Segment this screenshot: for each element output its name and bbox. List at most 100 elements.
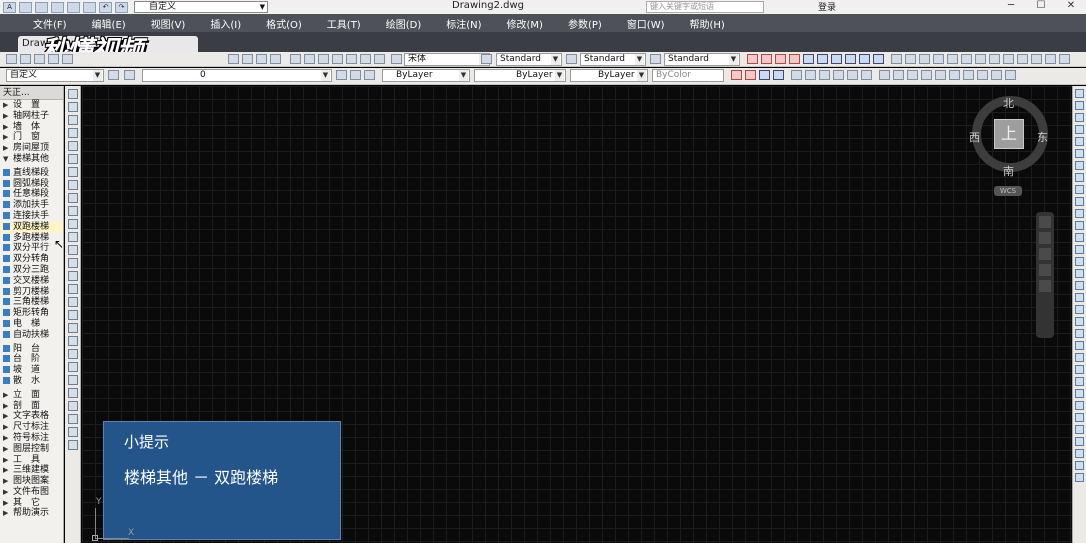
offset-icon[interactable]	[1075, 125, 1084, 134]
ellipse-arc-icon[interactable]	[68, 219, 78, 229]
gradient-icon[interactable]	[805, 70, 816, 80]
explode-icon[interactable]	[1075, 269, 1084, 278]
paste-icon[interactable]	[68, 401, 78, 411]
text-style-select[interactable]: Standard ▼	[496, 53, 562, 66]
scissors-icon[interactable]	[68, 375, 78, 385]
panel-item[interactable]: ▶ 房间屋顶	[0, 143, 63, 154]
panel-item[interactable]: ▼ 楼梯其他	[0, 154, 63, 165]
panel-item[interactable]: 坡 道	[0, 365, 63, 376]
dim-angular-icon[interactable]	[845, 54, 856, 64]
erase-icon[interactable]	[1075, 89, 1084, 98]
make-current-icon[interactable]	[336, 70, 347, 80]
panel-item[interactable]: 双跑楼梯	[0, 221, 63, 233]
zoom-realtime-icon[interactable]	[242, 54, 253, 64]
compass-south[interactable]: 南	[1003, 163, 1014, 179]
join-icon[interactable]	[1075, 233, 1084, 242]
menu-file[interactable]: 文件(F)	[20, 16, 79, 31]
isolate-icon[interactable]	[963, 70, 974, 80]
wcs-menu[interactable]: WCS	[994, 186, 1022, 196]
dim-break-icon[interactable]	[919, 54, 930, 64]
text-style-manager-icon[interactable]	[481, 54, 492, 64]
color-select[interactable]: ByLayer ▼	[382, 69, 470, 82]
rotate-icon[interactable]	[1059, 54, 1070, 64]
pan-icon[interactable]	[228, 54, 239, 64]
field-icon[interactable]	[1075, 401, 1084, 410]
jogged-linear-icon[interactable]	[975, 54, 986, 64]
layer-previous-icon[interactable]	[350, 70, 361, 80]
save-as-icon[interactable]	[67, 1, 80, 13]
table-style-select[interactable]: Standard ▼	[664, 53, 740, 66]
compass-east[interactable]: 东	[1037, 129, 1048, 145]
panel-item[interactable]: ▶ 帮助演示	[0, 508, 63, 519]
login-button[interactable]: 登录	[818, 0, 836, 13]
properties-icon[interactable]	[1075, 365, 1084, 374]
print-icon[interactable]	[83, 1, 96, 13]
tolerance-icon[interactable]	[933, 54, 944, 64]
compass-north[interactable]: 北	[1003, 95, 1014, 111]
panel-item[interactable]: 任意梯段	[0, 189, 63, 200]
zoom-window-icon[interactable]	[256, 54, 267, 64]
scale-icon[interactable]	[1075, 173, 1084, 182]
dim-arc-icon[interactable]	[775, 54, 786, 64]
layer-state-icon[interactable]	[364, 70, 375, 80]
dim-baseline-icon[interactable]	[873, 54, 884, 64]
panel-item[interactable]: ▶ 工 具	[0, 455, 63, 466]
panel-item[interactable]: 电 梯	[0, 319, 63, 330]
mirror-icon[interactable]	[1075, 113, 1084, 122]
match-prop-icon[interactable]	[1075, 377, 1084, 386]
panel-item[interactable]: ▶ 轴网柱子	[0, 111, 63, 122]
panel-item[interactable]: ▶ 墙 体	[0, 122, 63, 133]
add-selected-icon[interactable]	[68, 336, 78, 346]
menu-modify[interactable]: 修改(M)	[494, 16, 555, 31]
lineweight-select[interactable]: ByLayer ▼	[570, 69, 648, 82]
panel-item[interactable]: 剪刀楼梯	[0, 287, 63, 298]
menu-dimension[interactable]: 标注(N)	[433, 16, 493, 31]
hatch-icon[interactable]	[791, 70, 802, 80]
circle-icon[interactable]	[68, 167, 78, 177]
menu-insert[interactable]: 插入(I)	[197, 16, 253, 31]
quick-dim-icon[interactable]	[859, 54, 870, 64]
rectangle-icon[interactable]	[68, 141, 78, 151]
dim-space-icon[interactable]	[905, 54, 916, 64]
panel-item[interactable]: 阳 台	[0, 344, 63, 355]
group-icon[interactable]	[1075, 293, 1084, 302]
array-icon[interactable]	[1075, 137, 1084, 146]
quick-calc-icon[interactable]	[1075, 389, 1084, 398]
dim-ordinate-icon[interactable]	[789, 54, 800, 64]
panel-item[interactable]: ▶ 设 置	[0, 100, 63, 111]
panel-item[interactable]: ▶ 三维建模	[0, 465, 63, 476]
dim-edit-icon[interactable]	[989, 54, 1000, 64]
help-icon[interactable]	[1075, 473, 1084, 482]
list-icon[interactable]	[1075, 341, 1084, 350]
steering-wheel-icon[interactable]	[1039, 216, 1051, 228]
stretch-icon[interactable]	[1075, 185, 1084, 194]
move-icon[interactable]	[1031, 54, 1042, 64]
markup-icon[interactable]	[346, 54, 357, 64]
panel-item[interactable]: 圆弧梯段	[0, 179, 63, 190]
point-icon[interactable]	[68, 258, 78, 268]
panel-item[interactable]: ▶ 其 它	[0, 498, 63, 509]
region-icon[interactable]	[68, 297, 78, 307]
panel-item[interactable]: ▶ 尺寸标注	[0, 422, 63, 433]
table-style-icon[interactable]	[650, 54, 661, 64]
panel-item[interactable]: 自动扶梯	[0, 330, 63, 341]
dim-text-edit-icon[interactable]	[1003, 54, 1014, 64]
new-file-icon[interactable]	[19, 1, 32, 13]
globe-icon[interactable]	[1005, 70, 1016, 80]
purge-icon[interactable]	[1075, 449, 1084, 458]
panel-item[interactable]: 矩形转角	[0, 308, 63, 319]
close-button[interactable]: ✕	[1056, 0, 1086, 14]
dim-linear-icon[interactable]	[747, 54, 758, 64]
sep-icon[interactable]	[68, 349, 78, 359]
menu-parametric[interactable]: 参数(P)	[555, 16, 614, 31]
redo-icon[interactable]: ↷	[115, 1, 128, 13]
wipeout-icon[interactable]	[893, 70, 904, 80]
ungroup-icon[interactable]	[1075, 305, 1084, 314]
mtext-icon[interactable]	[847, 70, 858, 80]
menu-help[interactable]: 帮助(H)	[677, 16, 737, 31]
copy-icon[interactable]	[1075, 101, 1084, 110]
polygon-icon[interactable]	[68, 128, 78, 138]
search-input[interactable]: 键入关键字或短语	[646, 1, 764, 13]
line-icon[interactable]	[68, 89, 78, 99]
globe-icon[interactable]	[68, 440, 78, 450]
